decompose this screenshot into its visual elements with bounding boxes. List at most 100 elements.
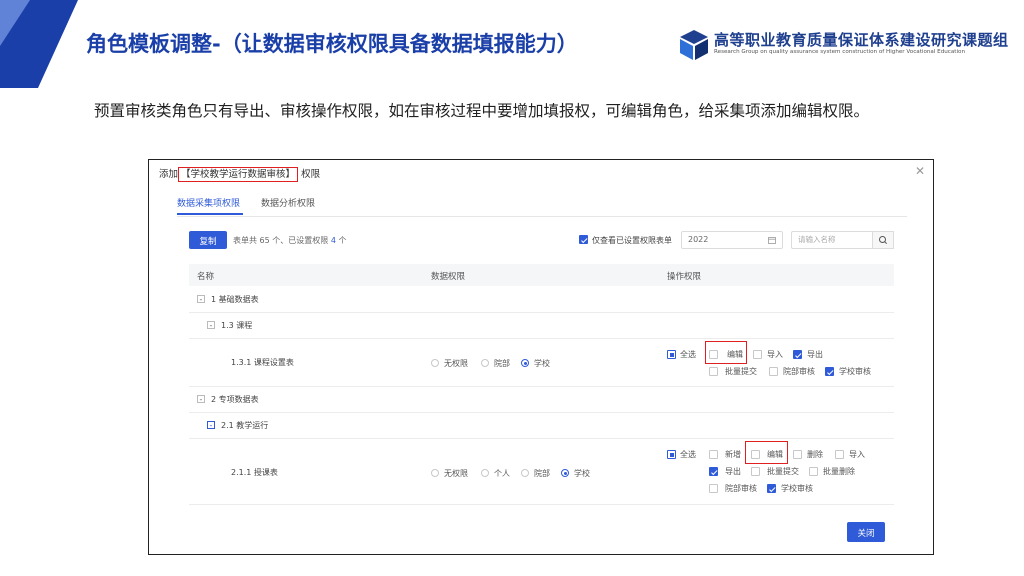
close-icon[interactable]: ✕ — [915, 164, 925, 178]
table-row: - 1.3 课程 — [189, 312, 894, 339]
op-checkbox-export[interactable] — [793, 350, 802, 359]
copy-button[interactable]: 复制 — [189, 231, 227, 249]
dialog-title-prefix: 添加 — [159, 169, 179, 180]
corner-decoration — [0, 0, 78, 88]
column-name: 名称 — [197, 272, 215, 282]
search-input[interactable]: 请输入名称 — [791, 231, 873, 249]
calendar-icon — [768, 237, 776, 244]
data-perm-label: 无权限 — [444, 469, 468, 478]
tab-data-analysis-permission[interactable]: 数据分析权限 — [261, 196, 315, 209]
table-row: - 1 基础数据表 — [189, 286, 894, 313]
only-set-label: 仅查看已设置权限表单 — [592, 236, 672, 245]
data-perm-radio-none[interactable] — [431, 359, 439, 367]
op-label: 学校审核 — [781, 484, 813, 493]
logo-chinese-name: 高等职业教育质量保证体系建设研究课题组 — [714, 31, 1009, 49]
op-checkbox-batch-submit[interactable] — [751, 467, 760, 476]
data-perm-label: 院部 — [534, 469, 550, 478]
op-checkbox-select-all[interactable] — [667, 350, 676, 359]
op-label: 批量提交 — [725, 367, 757, 376]
year-value: 2022 — [688, 235, 709, 244]
op-label: 全选 — [680, 350, 696, 359]
op-checkbox-add[interactable] — [709, 450, 718, 459]
slide-description: 预置审核类角色只有导出、审核操作权限，如在审核过程中要增加填报权，可编辑角色，给… — [94, 102, 870, 120]
table-row: - 2 专项数据表 — [189, 386, 894, 413]
op-label: 院部审核 — [783, 367, 815, 376]
op-label: 学校审核 — [839, 367, 871, 376]
edit-highlight-box — [705, 341, 747, 364]
collapse-toggle[interactable]: - — [207, 321, 215, 330]
collapse-toggle[interactable]: - — [207, 421, 215, 430]
table-header: 名称 数据权限 操作权限 — [189, 264, 894, 286]
data-perm-radio-school[interactable] — [521, 359, 529, 367]
op-checkbox-school-review[interactable] — [825, 367, 834, 376]
op-checkbox-select-all[interactable] — [667, 450, 676, 459]
row-label: 1.3 课程 — [221, 321, 253, 330]
close-button[interactable]: 关闭 — [847, 522, 885, 542]
op-label: 院部审核 — [725, 484, 757, 493]
edit-highlight-box — [745, 441, 788, 464]
organization-logo: 高等职业教育质量保证体系建设研究课题组 Research Group on qu… — [678, 28, 1008, 62]
collapse-toggle[interactable]: - — [197, 395, 205, 404]
data-perm-label: 学校 — [574, 469, 590, 478]
data-perm-label: 院部 — [494, 359, 510, 368]
op-checkbox-import[interactable] — [835, 450, 844, 459]
tab-divider — [177, 216, 907, 217]
slide-title: 角色模板调整-（让数据审核权限具备数据填报能力） — [86, 32, 578, 56]
summary-total: 65 — [259, 236, 270, 245]
op-label: 批量提交 — [767, 467, 799, 476]
op-label: 导入 — [849, 450, 865, 459]
row-label: 1 基础数据表 — [211, 295, 259, 304]
active-tab-indicator — [177, 213, 243, 215]
permission-dialog: 添加 【学校教学运行数据审核】 权限 ✕ 数据采集项权限 数据分析权限 复制 表单… — [148, 159, 934, 555]
data-perm-radio-school[interactable] — [561, 469, 569, 477]
summary-set-count: 4 — [330, 236, 336, 245]
collapse-toggle[interactable]: - — [197, 295, 205, 304]
op-checkbox-delete[interactable] — [793, 450, 802, 459]
slide-header: 角色模板调整-（让数据审核权限具备数据填报能力） 高等职业教育质量保证体系建设研… — [0, 0, 1024, 88]
data-perm-radio-department[interactable] — [521, 469, 529, 477]
row-label: 2 专项数据表 — [211, 395, 259, 404]
logo-english-name: Research Group on quality assurance syst… — [714, 49, 966, 55]
column-data-permission: 数据权限 — [431, 272, 466, 282]
row-label: 2.1.1 授课表 — [231, 468, 278, 477]
table-row: 2.1.1 授课表 无权限 个人 院部 学校 全选 新增 编辑 删除 导入 导出… — [189, 438, 894, 505]
op-label: 新增 — [725, 450, 741, 459]
form-summary: 表单共 65 个、已设置权限 4 个 — [233, 235, 346, 246]
summary-prefix: 表单共 — [233, 236, 257, 245]
only-set-checkbox[interactable] — [579, 235, 588, 244]
op-label: 批量删除 — [823, 467, 855, 476]
dialog-title-role: 【学校教学运行数据审核】 — [178, 167, 299, 182]
op-label: 导入 — [767, 350, 783, 359]
op-checkbox-export[interactable] — [709, 467, 718, 476]
row-label: 2.1 教学运行 — [221, 421, 269, 430]
data-perm-label: 学校 — [534, 359, 550, 368]
op-label: 导出 — [725, 467, 741, 476]
dialog-title-suffix: 权限 — [301, 169, 321, 180]
summary-mid: 个、已设置权限 — [272, 236, 329, 245]
data-perm-radio-department[interactable] — [481, 359, 489, 367]
table-row: 1.3.1 课程设置表 无权限 院部 学校 全选 编辑 导入 导出 批量提交 院… — [189, 338, 894, 387]
search-icon — [879, 236, 888, 245]
column-operation-permission: 操作权限 — [667, 272, 702, 282]
dialog-title: 添加 【学校教学运行数据审核】 权限 — [159, 166, 321, 182]
data-perm-label: 个人 — [494, 469, 510, 478]
summary-suffix: 个 — [338, 236, 347, 245]
table-row: - 2.1 教学运行 — [189, 412, 894, 439]
op-label: 删除 — [807, 450, 823, 459]
row-label: 1.3.1 课程设置表 — [231, 358, 294, 367]
op-checkbox-department-review[interactable] — [709, 484, 718, 493]
op-label: 全选 — [680, 450, 696, 459]
op-checkbox-school-review[interactable] — [767, 484, 776, 493]
cube-logo-icon — [680, 30, 708, 60]
data-perm-radio-personal[interactable] — [481, 469, 489, 477]
op-checkbox-department-review[interactable] — [769, 367, 778, 376]
op-label: 导出 — [807, 350, 823, 359]
op-checkbox-batch-delete[interactable] — [809, 467, 818, 476]
op-checkbox-batch-submit[interactable] — [709, 367, 718, 376]
search-button[interactable] — [873, 231, 894, 249]
tab-data-collection-permission[interactable]: 数据采集项权限 — [177, 196, 240, 209]
year-picker[interactable]: 2022 — [681, 231, 783, 249]
data-perm-radio-none[interactable] — [431, 469, 439, 477]
op-checkbox-import[interactable] — [753, 350, 762, 359]
data-perm-label: 无权限 — [444, 359, 468, 368]
